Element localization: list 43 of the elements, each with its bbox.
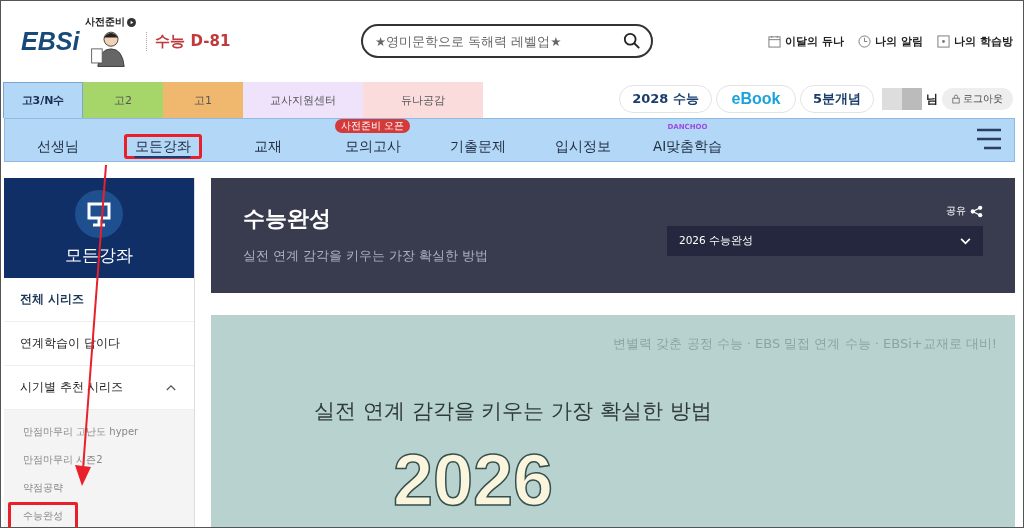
search-field[interactable]: ★영미문학으로 독해력 레벨업★ [361,24,653,58]
series-select[interactable]: 2026 수능완성 [667,226,983,256]
menu-icon[interactable] [976,128,1002,150]
nav-item[interactable]: 기출문제 [438,134,517,159]
grade-tab[interactable]: 고2 [83,82,163,118]
blurred-username [882,88,922,110]
page-subtitle: 실전 연계 감각을 키우는 가장 확실한 방법 [243,248,488,265]
nav-item[interactable]: 모든강좌 [123,134,202,159]
quick-link[interactable]: 이달의 듀나 [768,33,845,49]
nav-item[interactable]: AI맞춤학습 [641,134,734,159]
room-icon [937,34,951,48]
sidebar-item[interactable]: 전체 시리즈 [4,278,194,322]
grade-tab[interactable]: 듀나공감 [363,82,483,118]
quick-link[interactable]: 나의 학습방 [937,33,1013,49]
exam-countdown: 수능 D-81 [146,31,231,51]
calendar-icon [768,34,782,48]
ebsi-logo[interactable]: EBSi [21,26,80,56]
logout-button[interactable]: 로그아웃 [942,88,1013,110]
nav-item[interactable]: 모의고사 [333,134,412,159]
banner-year: 2026 [392,439,555,521]
share-button[interactable]: 공유 [946,204,983,218]
nav-item[interactable]: 입시정보 [543,134,622,159]
grade-tab[interactable]: 고1 [163,82,243,118]
play-icon [127,17,137,27]
chevron-up-icon[interactable] [166,384,176,391]
page-title: 수능완성 [243,205,332,233]
lock-icon [952,94,960,104]
shortcut-button[interactable]: 5분개념 [799,85,874,113]
nav-item[interactable]: 선생님 [25,134,90,159]
banner-headline: 실전 연계 감각을 키우는 가장 확실한 방법 [314,398,713,425]
nav-item[interactable]: 교재 [242,134,293,159]
promo-label[interactable]: 사전준비 [85,15,137,29]
chevron-down-icon [960,237,971,245]
search-icon[interactable] [623,32,641,50]
monitor-icon [75,189,123,238]
shortcut-button[interactable]: 2028 수능 [619,85,712,113]
user-suffix: 님 [926,90,938,108]
share-icon [970,204,983,218]
notice-badge: 사전준비 오픈 [334,119,411,133]
grade-tab[interactable]: 교사지원센터 [243,82,363,118]
quick-link[interactable]: 나의 알림 [858,33,924,49]
clock-icon [858,34,872,48]
grade-tab[interactable]: 고3/N수 [3,82,83,118]
